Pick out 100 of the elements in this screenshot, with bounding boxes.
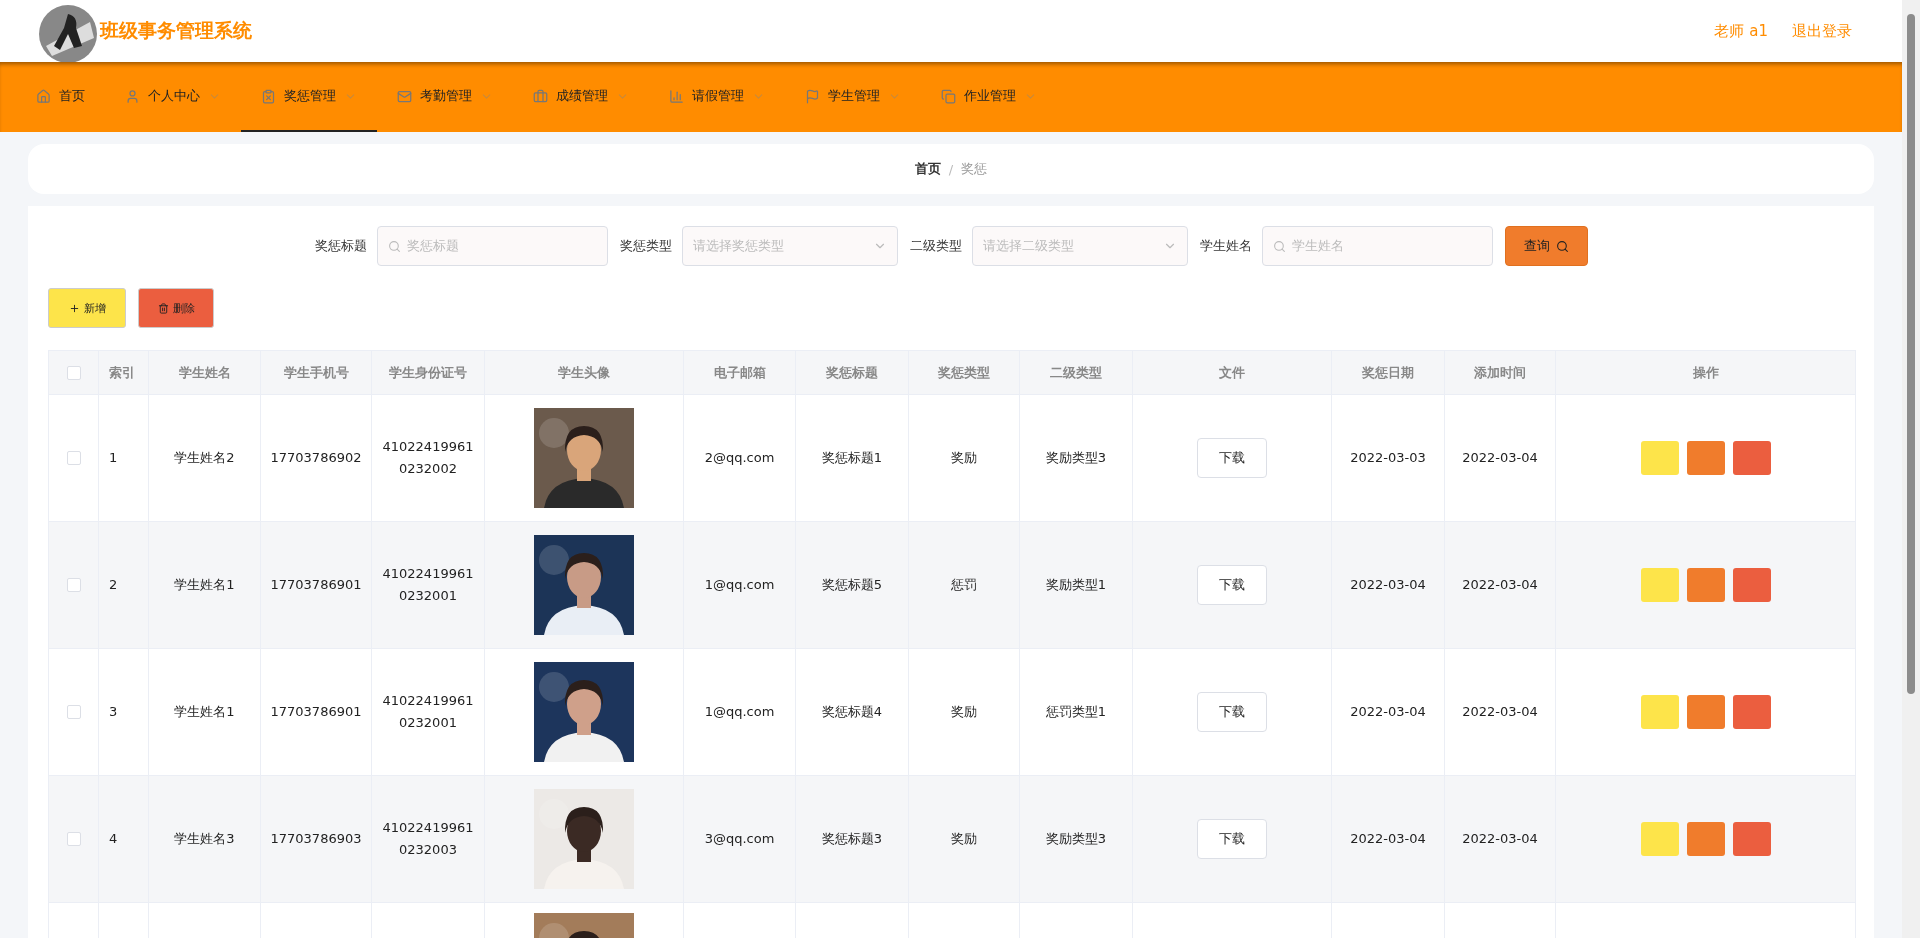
table-cell-text: 17703786901: [270, 576, 362, 594]
search-icon: [387, 239, 401, 253]
table-cell-text: 2@qq.com: [704, 449, 775, 467]
table-cell-text: 奖励: [951, 449, 977, 467]
breadcrumb-separator: /: [948, 161, 954, 177]
nav-item[interactable]: 作业管理: [921, 62, 1057, 132]
table-cell-text: 17703786902: [270, 449, 362, 467]
table-cell-text: 2: [109, 576, 118, 594]
clipboard-icon: [261, 88, 276, 104]
nav-item[interactable]: 学生管理: [785, 62, 921, 132]
column-header: 操作: [1692, 363, 1719, 382]
table-cell-text: 奖惩标题4: [821, 703, 883, 721]
delete-button[interactable]: 删除: [138, 288, 214, 328]
download-button[interactable]: 下载: [1197, 565, 1267, 605]
query-button[interactable]: 查询: [1504, 226, 1588, 266]
download-button[interactable]: 下载: [1197, 438, 1267, 478]
flag-icon: [805, 88, 820, 104]
table-cell-text: 1: [109, 449, 118, 467]
table-cell-text: 4: [109, 830, 118, 848]
table-cell-text: 2022-03-04: [1462, 703, 1538, 721]
row-checkbox[interactable]: [66, 451, 81, 465]
plus-icon: [68, 302, 80, 314]
nav-item[interactable]: 首页: [16, 62, 105, 132]
nav-item[interactable]: 个人中心: [105, 62, 241, 132]
row-checkbox[interactable]: [66, 832, 81, 846]
view-button[interactable]: [1640, 695, 1679, 729]
edit-button[interactable]: [1686, 568, 1725, 602]
mail-icon: [397, 88, 412, 104]
download-button[interactable]: 下载: [1197, 819, 1267, 859]
row-checkbox[interactable]: [66, 705, 81, 719]
filter-label: 奖惩类型: [619, 237, 672, 255]
filter-label: 二级类型: [909, 237, 962, 255]
delete-row-button[interactable]: [1732, 568, 1771, 602]
column-header: 学生手机号: [283, 363, 349, 382]
select-all-checkbox[interactable]: [66, 365, 81, 380]
table-cell-text: 3@qq.com: [704, 830, 775, 848]
column-header: 学生身份证号: [389, 363, 467, 382]
home-icon: [36, 88, 51, 104]
table-cell-text: 1@qq.com: [704, 576, 775, 594]
column-header: 奖惩标题: [826, 363, 878, 382]
column-header: 学生姓名: [178, 363, 231, 382]
table-cell-text: 2022-03-04: [1350, 703, 1426, 721]
breadcrumb-item: 奖惩: [961, 160, 988, 178]
bar-chart-icon: [669, 88, 684, 104]
column-header: 文件: [1219, 363, 1245, 382]
column-header: 索引: [109, 363, 135, 382]
trash-icon: [157, 302, 169, 314]
edit-button[interactable]: [1686, 822, 1725, 856]
table-cell-text: 奖励类型3: [1045, 830, 1107, 848]
table-cell-text: 2022-03-04: [1462, 830, 1538, 848]
column-header: 添加时间: [1474, 363, 1526, 382]
table-cell-text: 学生姓名2: [174, 449, 235, 467]
briefcase-icon: [533, 88, 548, 104]
edit-button[interactable]: [1686, 695, 1725, 729]
table-cell-text: 奖惩标题1: [821, 449, 883, 467]
nav-item[interactable]: 考勤管理: [377, 62, 513, 132]
table-cell-text: 41022419961 0232001: [382, 565, 474, 605]
table-cell-text: 41022419961 0232003: [382, 819, 474, 859]
table-cell-text: 奖惩标题5: [821, 576, 883, 594]
delete-row-button[interactable]: [1732, 822, 1771, 856]
table-cell-text: 奖励: [951, 830, 977, 848]
column-header: 二级类型: [1050, 363, 1102, 382]
nav-item[interactable]: 请假管理: [649, 62, 785, 132]
logo: [38, 4, 98, 64]
copy-icon: [941, 88, 956, 104]
table-cell-text: 2022-03-04: [1462, 576, 1538, 594]
delete-row-button[interactable]: [1732, 441, 1771, 475]
search-icon: [1555, 239, 1569, 253]
column-header: 奖惩日期: [1362, 363, 1414, 382]
table-cell-text: 奖惩标题3: [821, 830, 883, 848]
table-cell-text: 2022-03-04: [1350, 576, 1426, 594]
view-button[interactable]: [1640, 441, 1679, 475]
search-icon: [1272, 239, 1286, 253]
table-cell-text: 惩罚: [951, 576, 977, 594]
column-header: 电子邮箱: [713, 363, 766, 382]
table-cell-text: 奖励类型1: [1045, 576, 1107, 594]
add-button[interactable]: 新增: [48, 288, 126, 328]
breadcrumb-item[interactable]: 首页: [914, 160, 941, 178]
column-header: 学生头像: [558, 363, 610, 382]
download-button[interactable]: 下载: [1197, 692, 1267, 732]
scrollbar[interactable]: [1902, 0, 1920, 938]
table-cell-text: 2022-03-03: [1350, 449, 1426, 467]
table-cell-text: 学生姓名3: [174, 830, 235, 848]
nav-item[interactable]: 奖惩管理: [241, 62, 377, 132]
user-icon: [125, 88, 140, 104]
nav-item[interactable]: 成绩管理: [513, 62, 649, 132]
table-cell-text: 惩罚类型1: [1045, 703, 1107, 721]
delete-row-button[interactable]: [1732, 695, 1771, 729]
table-cell-text: 2022-03-04: [1350, 830, 1426, 848]
table-cell-text: 学生姓名1: [174, 576, 235, 594]
table-cell-text: 学生姓名1: [174, 703, 235, 721]
row-checkbox[interactable]: [66, 578, 81, 592]
app-title: 班级事务管理系统: [100, 18, 252, 43]
table-cell-text: 奖励类型3: [1045, 449, 1107, 467]
table-cell-text: 3: [109, 703, 118, 721]
filter-label: 奖惩标题: [314, 237, 367, 255]
table-cell-text: 41022419961 0232002: [382, 438, 474, 478]
edit-button[interactable]: [1686, 441, 1725, 475]
table-cell-text: 1@qq.com: [704, 703, 775, 721]
table-cell-text: 41022419961 0232001: [382, 692, 474, 732]
